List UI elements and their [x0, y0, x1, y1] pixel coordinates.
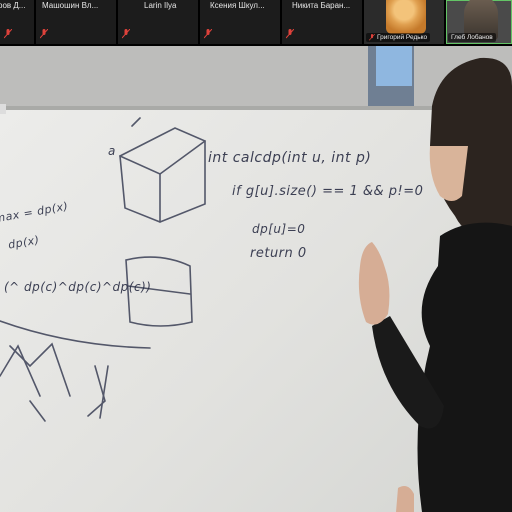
- participant-name: Ксения Шкул...: [210, 1, 265, 10]
- mic-muted-icon: [40, 29, 48, 39]
- participant-tile[interactable]: ров Д...: [0, 0, 34, 44]
- mic-muted-icon: [286, 29, 294, 39]
- participant-tile[interactable]: Larin Ilya: [118, 0, 198, 44]
- participant-name: Никита Баран...: [292, 1, 351, 10]
- participant-label: Глеб Лобанов: [448, 33, 496, 42]
- participant-tile-video[interactable]: Григорий Редько: [364, 0, 444, 44]
- participant-video: [386, 0, 426, 34]
- participant-name: Глеб Лобанов: [451, 34, 493, 41]
- participant-tile-active[interactable]: Глеб Лобанов: [446, 0, 512, 44]
- participant-tile[interactable]: Машошин Вл...: [36, 0, 116, 44]
- presenter: [358, 57, 512, 512]
- participant-label: Григорий Редько: [366, 33, 431, 42]
- participant-name: Larin Ilya: [144, 1, 177, 10]
- participant-strip: ров Д... Машошин Вл... Larin Ilya Ксения…: [0, 0, 512, 46]
- participant-name: Машошин Вл...: [42, 1, 99, 10]
- main-video: int calcdp(int u, int p) if g[u].size() …: [0, 46, 512, 512]
- mic-muted-icon: [204, 29, 212, 39]
- participant-name: ров Д...: [0, 1, 26, 10]
- participant-tile[interactable]: Никита Баран...: [282, 0, 362, 44]
- mic-muted-icon: [369, 34, 375, 41]
- mic-muted-icon: [122, 29, 130, 39]
- participant-name: Григорий Редько: [377, 34, 428, 41]
- mic-muted-icon: [4, 29, 12, 39]
- participant-tile[interactable]: Ксения Шкул...: [200, 0, 280, 44]
